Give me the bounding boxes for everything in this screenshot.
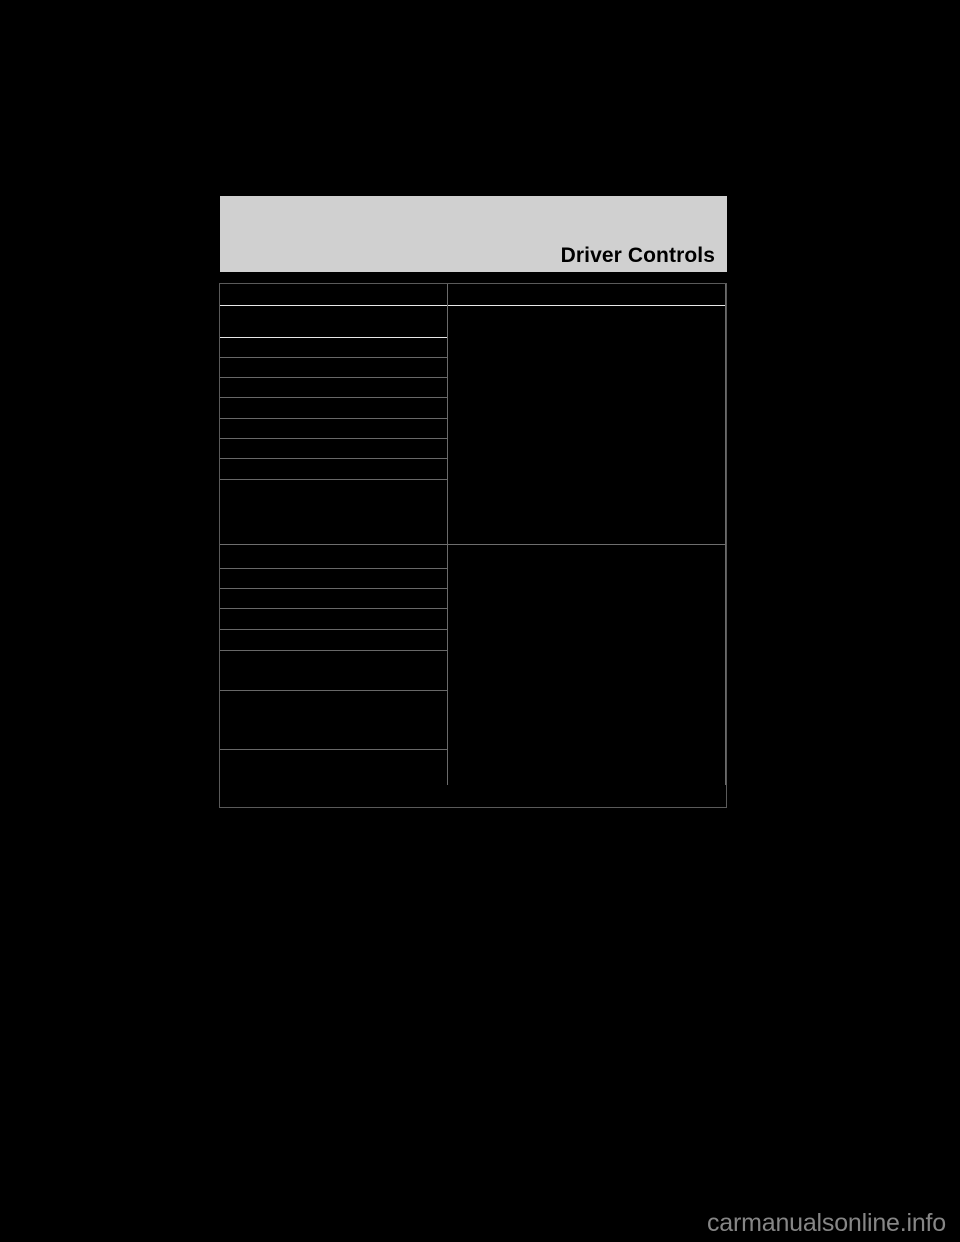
- table-column-left-upper: [220, 284, 448, 544]
- table-row[interactable]: [448, 545, 725, 785]
- table-row[interactable]: [220, 630, 447, 651]
- table-row[interactable]: [220, 338, 447, 358]
- page-canvas: Driver Controls carmanualsonline.info: [0, 0, 960, 1242]
- table-row[interactable]: [220, 284, 447, 306]
- table-row[interactable]: [220, 358, 447, 378]
- table-row[interactable]: [220, 651, 447, 691]
- chapter-header-band: Driver Controls: [220, 196, 727, 272]
- table-row[interactable]: [220, 569, 447, 589]
- table-column-right-lower: [448, 545, 726, 785]
- table-row[interactable]: [448, 306, 725, 544]
- table-row[interactable]: [220, 459, 447, 480]
- table-row[interactable]: [220, 306, 447, 338]
- source-watermark: carmanualsonline.info: [706, 1209, 946, 1237]
- table-column-right-upper: [448, 284, 726, 544]
- table-section-upper: [220, 284, 726, 544]
- table-row[interactable]: [220, 750, 447, 773]
- table-row[interactable]: [220, 545, 447, 569]
- table-column-left-lower: [220, 545, 448, 785]
- table-row[interactable]: [220, 480, 447, 544]
- table-row[interactable]: [220, 378, 447, 398]
- table-section-lower: [220, 544, 726, 785]
- table-row[interactable]: [220, 419, 447, 439]
- table-row[interactable]: [220, 691, 447, 750]
- table-row[interactable]: [220, 609, 447, 630]
- table-row[interactable]: [220, 589, 447, 609]
- page-title: Driver Controls: [560, 244, 715, 267]
- table-row[interactable]: [220, 398, 447, 419]
- table-row[interactable]: [448, 284, 725, 306]
- table-row[interactable]: [220, 439, 447, 459]
- index-table: [219, 283, 727, 808]
